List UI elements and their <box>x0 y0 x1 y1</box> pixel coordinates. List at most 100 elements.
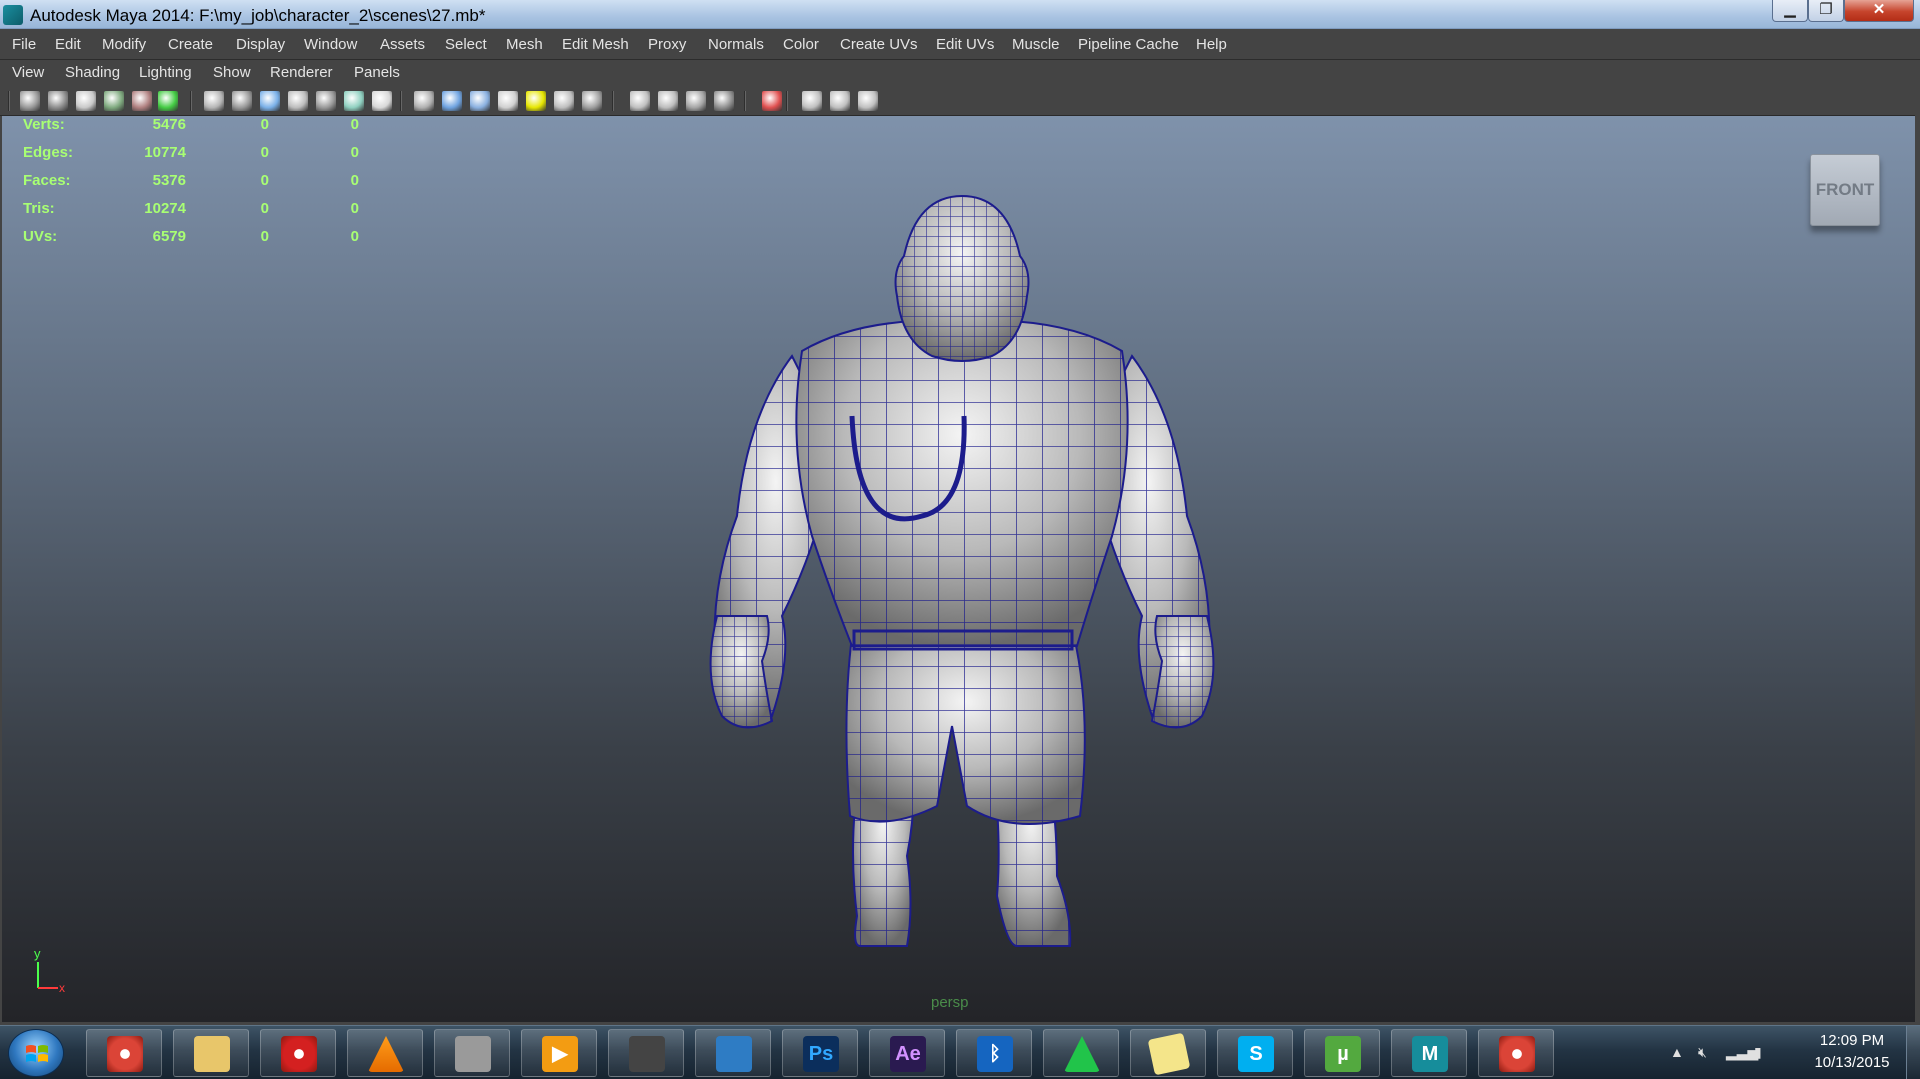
hud-b: 0 <box>260 172 269 189</box>
taskbar-app-vlc[interactable] <box>347 1029 423 1077</box>
taskbar-app-gear-app[interactable] <box>434 1029 510 1077</box>
panel-menu-view[interactable]: View <box>12 64 44 81</box>
menu-assets[interactable]: Assets <box>380 36 425 53</box>
character-torso-wire <box>796 320 1128 646</box>
start-button[interactable] <box>8 1029 64 1077</box>
film-gate-icon[interactable] <box>232 91 252 111</box>
maya-icon: M <box>1412 1036 1448 1072</box>
panel-menu-shading[interactable]: Shading <box>65 64 120 81</box>
close-button[interactable]: ✕ <box>1844 0 1914 22</box>
taskbar-app-after-effects[interactable]: Ae <box>869 1029 945 1077</box>
taskbar-app-file-explorer[interactable] <box>173 1029 249 1077</box>
resolution-gate-icon[interactable] <box>260 91 280 111</box>
menu-mesh[interactable]: Mesh <box>506 36 543 53</box>
taskbar-app-download-manager[interactable] <box>695 1029 771 1077</box>
panel-menu-renderer[interactable]: Renderer <box>270 64 333 81</box>
show-hidden-icons-icon[interactable]: ▲ <box>1670 1044 1688 1060</box>
menu-display[interactable]: Display <box>236 36 285 53</box>
y-axis-label: y <box>34 946 41 961</box>
character-right-hand-wire <box>1152 616 1214 728</box>
menu-edit[interactable]: Edit <box>55 36 81 53</box>
smooth-shade-icon[interactable] <box>442 91 462 111</box>
2d-pan-zoom-icon[interactable] <box>132 91 152 111</box>
menu-pipeline-cache[interactable]: Pipeline Cache <box>1078 36 1179 53</box>
menu-edit-uvs[interactable]: Edit UVs <box>936 36 994 53</box>
image-plane-icon[interactable] <box>104 91 124 111</box>
power-icon[interactable]: ▮ <box>1754 1044 1772 1060</box>
safe-action-icon[interactable] <box>344 91 364 111</box>
safe-title-icon[interactable] <box>372 91 392 111</box>
volume-muted-icon[interactable]: 🔇︎ <box>1698 1044 1716 1060</box>
grease-pencil-icon[interactable] <box>158 91 178 111</box>
bookmark-icon[interactable] <box>76 91 96 111</box>
after-effects-icon: Ae <box>890 1036 926 1072</box>
multi-sample-icon[interactable] <box>830 91 850 111</box>
backface-icon[interactable] <box>686 91 706 111</box>
taskbar-app-bluetooth[interactable]: ᛒ <box>956 1029 1032 1077</box>
viewcube-label: FRONT <box>1815 180 1875 199</box>
taskbar-app-chrome[interactable] <box>86 1029 162 1077</box>
taskbar-app-record[interactable] <box>260 1029 336 1077</box>
menu-muscle[interactable]: Muscle <box>1012 36 1060 53</box>
menu-window[interactable]: Window <box>304 36 357 53</box>
gate-mask-icon[interactable] <box>288 91 308 111</box>
taskbar-app-chrome-2[interactable] <box>1478 1029 1554 1077</box>
show-desktop-button[interactable] <box>1906 1026 1920 1079</box>
menu-create-uvs[interactable]: Create UVs <box>840 36 918 53</box>
menu-select[interactable]: Select <box>445 36 487 53</box>
taskbar-app-notes[interactable] <box>1130 1029 1206 1077</box>
taskbar-app-triangle-app[interactable] <box>1043 1029 1119 1077</box>
perspective-viewport[interactable]: Verts: 5476 0 0 Edges: 10774 0 0 Faces: 5376 0 0 Tri… <box>2 116 1915 1022</box>
clock-date[interactable]: 10/13/2015 <box>1802 1054 1902 1071</box>
windows-logo-icon <box>26 1045 48 1062</box>
taskbar-app-skype[interactable]: S <box>1217 1029 1293 1077</box>
hud-a: 5376 <box>152 172 186 189</box>
character-pants-wire <box>846 636 1085 824</box>
all-lights-icon[interactable] <box>554 91 574 111</box>
wireframe-on-shaded-icon[interactable] <box>470 91 490 111</box>
utorrent-icon: µ <box>1325 1036 1361 1072</box>
menu-color[interactable]: Color <box>783 36 819 53</box>
restore-icon: ❐ <box>1819 1 1833 18</box>
shadows-icon[interactable] <box>582 91 602 111</box>
camera-attributes-icon[interactable] <box>48 91 68 111</box>
camera-select-icon[interactable] <box>20 91 40 111</box>
wireframe-icon[interactable] <box>414 91 434 111</box>
close-icon: ✕ <box>1872 1 1886 18</box>
taskbar-app-photoshop[interactable]: Ps <box>782 1029 858 1077</box>
panel-menu-show[interactable]: Show <box>213 64 251 81</box>
hud-b: 0 <box>260 200 269 217</box>
grid-icon[interactable] <box>204 91 224 111</box>
menu-edit-mesh[interactable]: Edit Mesh <box>562 36 629 53</box>
minimize-button[interactable]: ▁ <box>1772 0 1808 22</box>
panel-menu-panels[interactable]: Panels <box>354 64 400 81</box>
clock-time[interactable]: 12:09 PM <box>1802 1032 1902 1049</box>
menu-proxy[interactable]: Proxy <box>648 36 686 53</box>
sticky-notes-icon <box>1147 1032 1191 1076</box>
hud-c: 0 <box>350 144 359 161</box>
panel-menu-lighting[interactable]: Lighting <box>139 64 192 81</box>
default-light-icon[interactable] <box>526 91 546 111</box>
window-title: Autodesk Maya 2014: F:\my_job\character_… <box>30 6 486 25</box>
taskbar-app-inkscape[interactable] <box>608 1029 684 1077</box>
character-head-wire <box>895 196 1029 361</box>
xray-joints-icon[interactable] <box>658 91 678 111</box>
depth-of-field-icon[interactable] <box>858 91 878 111</box>
menu-create[interactable]: Create <box>168 36 213 53</box>
taskbar-app-maya[interactable]: M <box>1391 1029 1467 1077</box>
taskbar-app-utorrent[interactable]: µ <box>1304 1029 1380 1077</box>
ambient-occlusion-icon[interactable] <box>714 91 734 111</box>
restore-button[interactable]: ❐ <box>1808 0 1844 22</box>
menu-help[interactable]: Help <box>1196 36 1227 53</box>
xray-icon[interactable] <box>630 91 650 111</box>
network-signal-icon[interactable]: ▂▃▅ <box>1726 1044 1758 1060</box>
viewcube-front[interactable]: FRONT <box>1810 154 1880 226</box>
isolate-select-icon[interactable] <box>762 91 782 111</box>
taskbar-app-media-player[interactable]: ▶ <box>521 1029 597 1077</box>
textured-icon[interactable] <box>498 91 518 111</box>
menu-modify[interactable]: Modify <box>102 36 146 53</box>
menu-normals[interactable]: Normals <box>708 36 764 53</box>
field-chart-icon[interactable] <box>316 91 336 111</box>
menu-file[interactable]: File <box>12 36 36 53</box>
high-quality-icon[interactable] <box>802 91 822 111</box>
